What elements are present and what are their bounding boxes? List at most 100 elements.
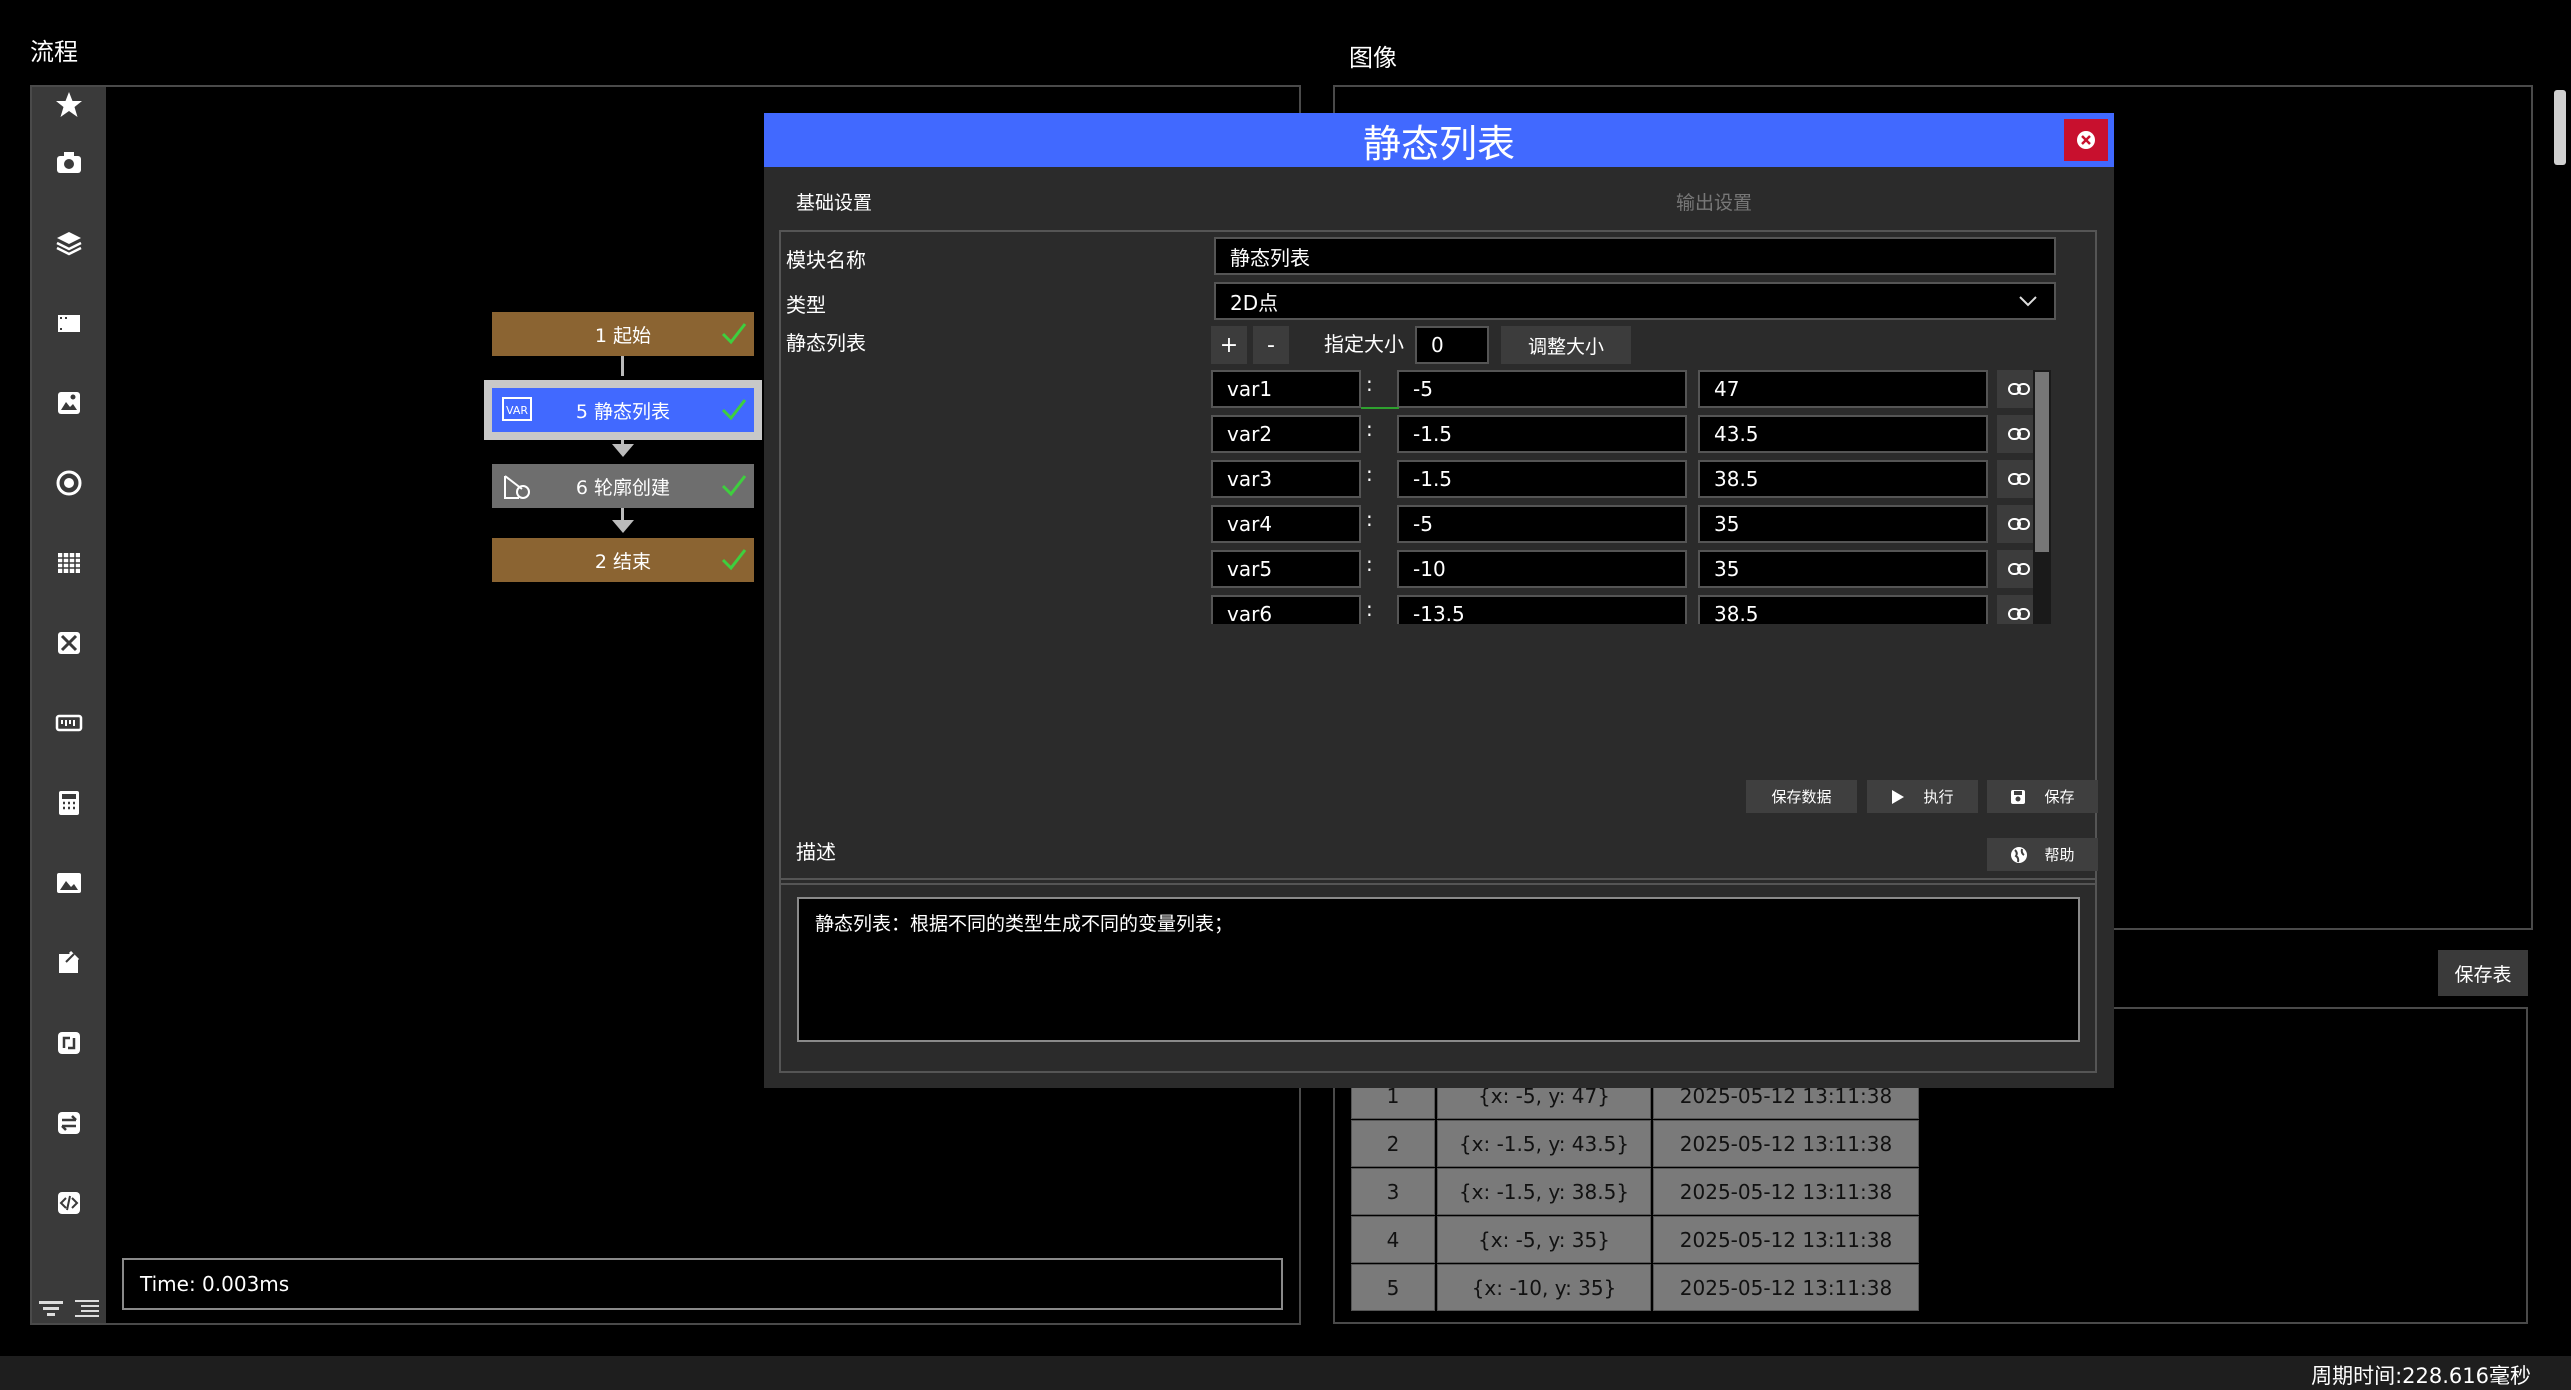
link-icon (2008, 517, 2030, 531)
ruler-tool-button[interactable] (32, 683, 106, 763)
var-x-input[interactable]: -1.5 (1397, 415, 1687, 453)
var-x-input[interactable]: -5 (1397, 505, 1687, 543)
var-list-scrollbar[interactable] (2033, 370, 2051, 624)
flow-node-contour[interactable]: 6 轮廓创建 (492, 464, 754, 508)
link-icon (2008, 382, 2030, 396)
save-label: 保存 (2044, 788, 2075, 806)
dialog-title: 静态列表 (1362, 121, 1515, 166)
colon-separator: : (1366, 417, 1373, 441)
var-row: var6: -13.5 38.5 (1211, 595, 2041, 624)
save-table-button[interactable]: 保存表 (2438, 950, 2528, 996)
image-edit-icon (54, 388, 84, 418)
var-y-input[interactable]: 38.5 (1698, 460, 1988, 498)
var-name-input[interactable]: var4 (1211, 505, 1361, 543)
grid-icon (54, 548, 84, 578)
table-cell: {x: -1.5, y: 43.5} (1437, 1120, 1651, 1167)
flow-node-label: 6 轮廓创建 (575, 476, 671, 499)
type-select[interactable]: 2D点 (1214, 282, 2056, 320)
star-icon (54, 90, 84, 120)
time-display: Time: 0.003ms (122, 1258, 1283, 1310)
flow-node-end[interactable]: 2 结束 (492, 538, 754, 582)
tab-output-settings[interactable]: 输出设置 (1676, 188, 1752, 215)
size-label: 指定大小 (1324, 332, 1404, 356)
swap-tool-button[interactable] (32, 1083, 106, 1163)
static-list-label: 静态列表 (786, 331, 866, 355)
var-y-input[interactable]: 43.5 (1698, 415, 1988, 453)
save-icon (2010, 789, 2026, 805)
flow-graph: 1 起始 VAR 5 静态列表 6 轮廓创建 2 结束 (484, 312, 762, 582)
close-button[interactable] (2064, 119, 2108, 161)
var-name-input[interactable]: var6 (1211, 595, 1361, 624)
add-item-button[interactable]: + (1211, 326, 1247, 364)
target-icon (54, 468, 84, 498)
save-data-button[interactable]: 保存数据 (1746, 780, 1857, 813)
run-label: 执行 (1923, 788, 1954, 806)
var-y-input[interactable]: 47 (1698, 370, 1988, 408)
var-row: var4: -5 35 (1211, 505, 2041, 543)
ruler-icon (54, 708, 84, 738)
table-cell: 2025-05-12 13:11:38 (1653, 1168, 1919, 1215)
help-button[interactable]: 帮助 (1987, 838, 2098, 871)
flow-node-static-list[interactable]: VAR 5 静态列表 (492, 388, 754, 432)
loop-icon (54, 1028, 84, 1058)
var-x-input[interactable]: -13.5 (1397, 595, 1687, 624)
star-tool-button[interactable] (32, 87, 106, 123)
var-name-input[interactable]: var3 (1211, 460, 1361, 498)
camera-tool-button[interactable] (32, 123, 106, 203)
help-label: 帮助 (2044, 846, 2075, 864)
image-edit-tool-button[interactable] (32, 363, 106, 443)
var-y-input[interactable]: 38.5 (1698, 595, 1988, 624)
description-text[interactable]: 静态列表：根据不同的类型生成不同的变量列表； (797, 897, 2080, 1042)
scrollbar-thumb[interactable] (2035, 372, 2049, 552)
var-x-input[interactable]: -10 (1397, 550, 1687, 588)
remove-item-button[interactable]: - (1253, 326, 1289, 364)
save-button[interactable]: 保存 (1987, 780, 2098, 813)
check-icon (720, 471, 748, 499)
layers-tool-button[interactable] (32, 203, 106, 283)
colon-separator: : (1366, 507, 1373, 531)
picture-tool-button[interactable] (32, 843, 106, 923)
var-name-input[interactable]: var5 (1211, 550, 1361, 588)
flow-node-label: 1 起始 (594, 324, 652, 347)
target-tool-button[interactable] (32, 443, 106, 523)
resize-button[interactable]: 调整大小 (1501, 326, 1631, 364)
var-y-input[interactable]: 35 (1698, 550, 1988, 588)
var-y-input[interactable]: 35 (1698, 505, 1988, 543)
film-tool-button[interactable] (32, 283, 106, 363)
code-tool-button[interactable] (32, 1163, 106, 1243)
table-cell: 3 (1351, 1168, 1435, 1215)
list-icon[interactable] (72, 1296, 102, 1320)
table-cell: 2025-05-12 13:11:38 (1653, 1120, 1919, 1167)
size-input[interactable]: 0 (1415, 326, 1489, 364)
swap-icon (54, 1108, 84, 1138)
tool-sidebar (32, 87, 106, 1323)
var-name-input[interactable]: var2 (1211, 415, 1361, 453)
tab-basic-settings[interactable]: 基础设置 (796, 188, 872, 215)
run-button[interactable]: 执行 (1867, 780, 1978, 813)
table-cell: 4 (1351, 1216, 1435, 1263)
table-cell: {x: -10, y: 35} (1437, 1264, 1651, 1311)
scrollbar-thumb[interactable] (2554, 90, 2566, 165)
check-icon (720, 395, 748, 423)
tools-tool-button[interactable] (32, 603, 106, 683)
var-x-input[interactable]: -1.5 (1397, 460, 1687, 498)
export-tool-button[interactable] (32, 923, 106, 1003)
var-name-input[interactable]: var1 (1211, 370, 1361, 408)
dialog-title-bar: 静态列表 (764, 113, 2114, 167)
camera-icon (54, 148, 84, 178)
calculator-tool-button[interactable] (32, 763, 106, 843)
var-row: var5: -10 35 (1211, 550, 2041, 588)
var-x-input[interactable]: -5 (1397, 370, 1687, 408)
module-name-input[interactable]: 静态列表 (1214, 237, 2056, 275)
row-focus-indicator (1361, 407, 1399, 409)
link-icon (2008, 607, 2030, 621)
check-icon (720, 545, 748, 573)
grid-tool-button[interactable] (32, 523, 106, 603)
type-label: 类型 (786, 293, 826, 317)
module-name-label: 模块名称 (786, 248, 866, 272)
table-cell: 2025-05-12 13:11:38 (1653, 1216, 1919, 1263)
filter-icon[interactable] (36, 1296, 66, 1320)
flow-node-start[interactable]: 1 起始 (492, 312, 754, 356)
image-title: 图像 (1349, 44, 1397, 72)
loop-tool-button[interactable] (32, 1003, 106, 1083)
